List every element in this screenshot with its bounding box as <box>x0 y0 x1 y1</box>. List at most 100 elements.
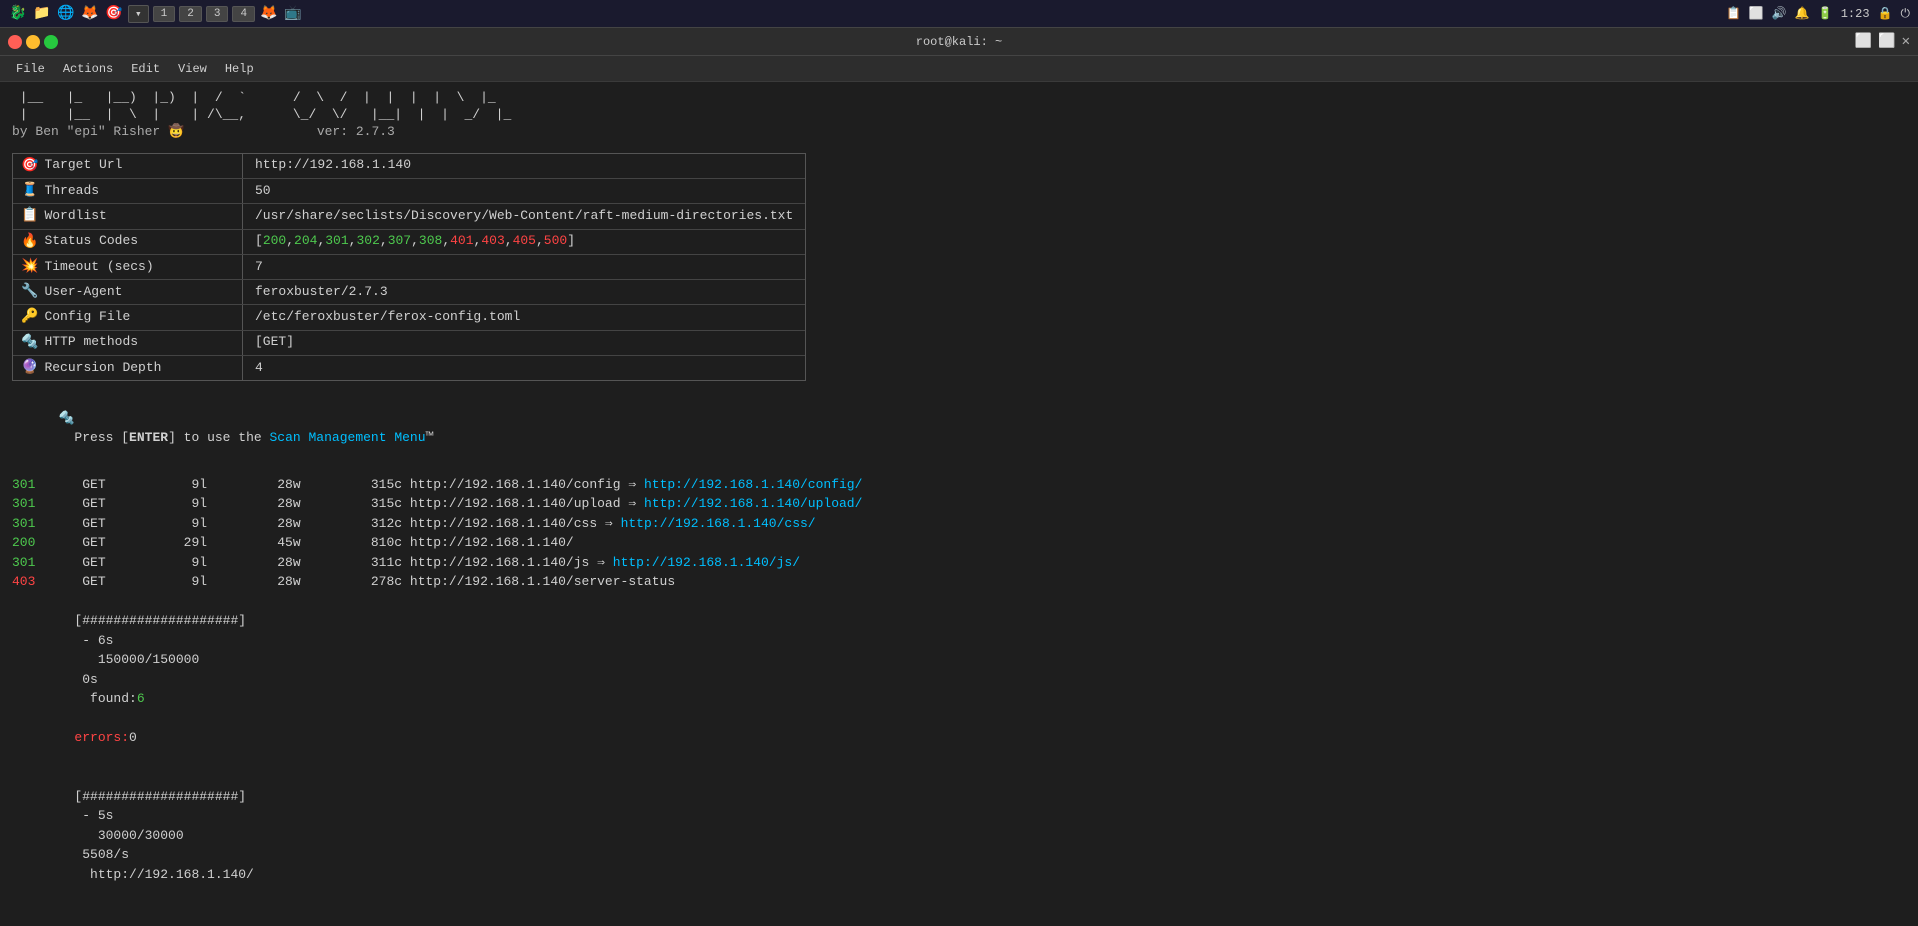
workspace-2[interactable]: 2 <box>179 6 202 22</box>
errors-label-1: errors: <box>74 730 129 745</box>
kali-dragon-icon[interactable]: 🐉 <box>8 4 28 24</box>
words-6: 28w <box>207 572 301 592</box>
status-code-4: 200 <box>12 533 35 553</box>
result-row-1: 301 GET 9l 28w 315c http://192.168.1.140… <box>12 475 1906 495</box>
target-icon: 🎯 <box>21 156 38 176</box>
value-config: /etc/feroxbuster/ferox-config.toml <box>255 308 520 327</box>
label-agent: User-Agent <box>44 283 122 302</box>
lock-icon: 🔒 <box>1878 6 1893 21</box>
method-6: GET <box>35 572 105 592</box>
window-icon: ⬜ <box>1749 6 1764 21</box>
firefox2-icon[interactable]: 🦊 <box>259 4 279 24</box>
scan-mgmt-bracket-open: [ <box>121 430 129 445</box>
result-row-2: 301 GET 9l 28w 315c http://192.168.1.140… <box>12 494 1906 514</box>
scan-mgmt-prefix: Press <box>59 430 121 445</box>
menu-edit[interactable]: Edit <box>123 60 168 78</box>
menu-actions[interactable]: Actions <box>55 60 121 78</box>
code-403: 403 <box>481 232 504 251</box>
config-label-target: 🎯 Target Url <box>13 154 243 178</box>
clock: 1:23 <box>1841 7 1870 21</box>
result-row-5: 301 GET 9l 28w 311c http://192.168.1.140… <box>12 553 1906 573</box>
method-2: GET <box>35 494 105 514</box>
config-value-wordlist: /usr/share/seclists/Discovery/Web-Conten… <box>243 204 805 228</box>
target-icon[interactable]: 🎯 <box>104 4 124 24</box>
terminal-window: root@kali: ~ ⬜ ⬜ ✕ File Actions Edit Vie… <box>0 28 1918 926</box>
url-to-2: http://192.168.1.140/upload/ <box>644 494 862 514</box>
firefox-icon[interactable]: 🦊 <box>80 4 100 24</box>
files-icon[interactable]: 📁 <box>32 4 52 24</box>
result-row-4: 200 GET 29l 45w 810c http://192.168.1.14… <box>12 533 1906 553</box>
menu-view[interactable]: View <box>170 60 215 78</box>
config-row-status: 🔥 Status Codes [200, 204, 301, 302, 307,… <box>13 230 805 255</box>
sep4: , <box>380 232 388 251</box>
value-target-url: http://192.168.1.140 <box>255 156 411 175</box>
url-from-5: http://192.168.1.140/js <box>410 553 589 573</box>
status-code-1: 301 <box>12 475 35 495</box>
workspace-3[interactable]: 3 <box>206 6 229 22</box>
title-close-icon[interactable]: ✕ <box>1902 33 1910 50</box>
config-row-target: 🎯 Target Url http://192.168.1.140 <box>13 154 805 179</box>
label-target-url: Target Url <box>44 156 122 175</box>
method-4: GET <box>35 533 105 553</box>
found-label-1: found: <box>74 691 136 706</box>
config-icon: 🔑 <box>21 307 38 327</box>
scan-mgmt-bracket-close: ] <box>168 430 176 445</box>
system-bar-left: 🐉 📁 🌐 🦊 🎯 ▾ 1 2 3 4 🦊 📺 <box>8 4 1720 24</box>
ascii-art: |__ |_ |__) |_) | / ` / \ / | | | | \ |_… <box>12 90 1906 141</box>
value-methods: [GET] <box>255 333 294 352</box>
arrow-2: ⇒ <box>621 494 644 514</box>
scan-mgmt-enter-text: ENTER <box>129 430 168 445</box>
progress-rate-1: 0s <box>74 672 129 687</box>
config-value-target: http://192.168.1.140 <box>243 154 423 178</box>
sep1: , <box>286 232 294 251</box>
config-row-agent: 🔧 User-Agent feroxbuster/2.7.3 <box>13 280 805 305</box>
progress-bar-2: [####################] <box>74 789 246 804</box>
url-from-4: http://192.168.1.140/ <box>410 533 574 553</box>
clipboard-icon: 📋 <box>1726 6 1741 21</box>
config-value-methods: [GET] <box>243 331 306 355</box>
sep9: , <box>536 232 544 251</box>
dropdown-btn[interactable]: ▾ <box>128 5 149 23</box>
config-value-threads: 50 <box>243 179 283 203</box>
arrow-3: ⇒ <box>597 514 620 534</box>
value-recursion: 4 <box>255 359 263 378</box>
power-icon: ⏻ <box>1901 7 1911 21</box>
title-max-icon[interactable]: ⬜ <box>1878 33 1895 50</box>
title-min-icon[interactable]: ⬜ <box>1855 33 1872 50</box>
config-row-recursion: 🔮 Recursion Depth 4 <box>13 356 805 380</box>
terminal-title: root@kali: ~ <box>0 35 1918 49</box>
progress-time-2: - 5s <box>74 808 136 823</box>
config-label-recursion: 🔮 Recursion Depth <box>13 356 243 380</box>
workspace-4[interactable]: 4 <box>232 6 255 22</box>
config-value-agent: feroxbuster/2.7.3 <box>243 280 400 304</box>
code-302: 302 <box>356 232 379 251</box>
workspace-1[interactable]: 1 <box>153 6 176 22</box>
notification-icon: 🔔 <box>1795 6 1810 21</box>
ascii-line-2: | |__ | \ | | /\__, \_/ \/ |__| | | _/ |… <box>12 107 1906 124</box>
progress-line-1: [####################] - 6s 150000/15000… <box>12 592 1906 768</box>
bytes-5: 311c <box>301 553 410 573</box>
config-label-wordlist: 📋 Wordlist <box>13 204 243 228</box>
config-row-threads: 🧵 Threads 50 <box>13 179 805 204</box>
config-label-methods: 🔩 HTTP methods <box>13 331 243 355</box>
bytes-1: 315c <box>301 475 410 495</box>
scan-mgmt-line: 🔩 Press [ENTER] to use the Scan Manageme… <box>12 391 1906 466</box>
methods-icon: 🔩 <box>21 333 38 353</box>
status-code-2: 301 <box>12 494 35 514</box>
code-401: 401 <box>450 232 473 251</box>
status-code-6: 403 <box>12 572 35 592</box>
config-label-config: 🔑 Config File <box>13 305 243 329</box>
menu-help[interactable]: Help <box>217 60 262 78</box>
lines-5: 9l <box>106 553 207 573</box>
terminal-titlebar: root@kali: ~ ⬜ ⬜ ✕ <box>0 28 1918 56</box>
terminal-icon[interactable]: 📺 <box>283 4 303 24</box>
menu-file[interactable]: File <box>8 60 53 78</box>
browser-icon[interactable]: 🌐 <box>56 4 76 24</box>
config-label-status: 🔥 Status Codes <box>13 230 243 254</box>
method-3: GET <box>35 514 105 534</box>
config-label-timeout: 💥 Timeout (secs) <box>13 255 243 279</box>
status-code-5: 301 <box>12 553 35 573</box>
terminal-content: |__ |_ |__) |_) | / ` / \ / | | | | \ |_… <box>0 82 1918 926</box>
progress-line-3: [####################] - 0s 30000/30000 … <box>12 904 1906 926</box>
method-1: GET <box>35 475 105 495</box>
